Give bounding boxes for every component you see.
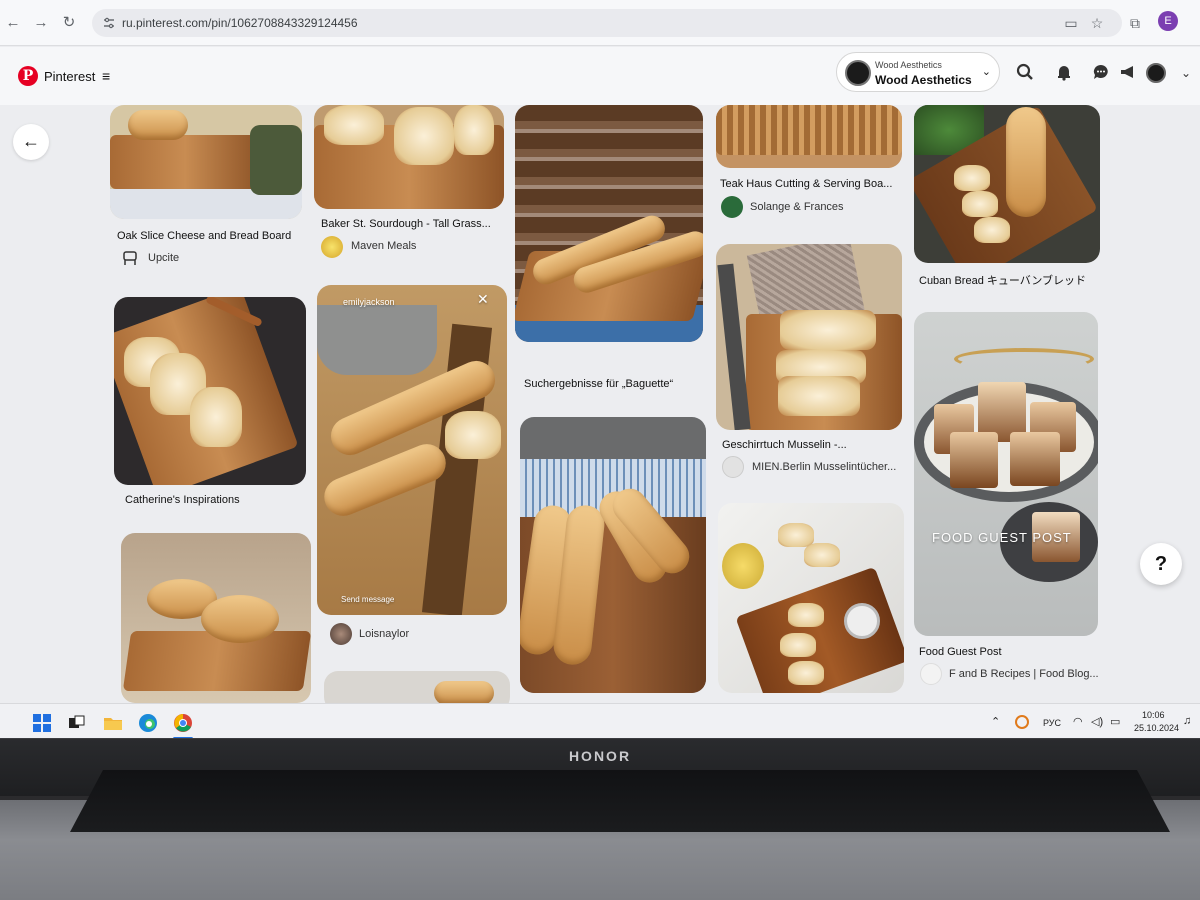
laptop-hinge (70, 770, 1170, 832)
search-icon[interactable] (1015, 63, 1035, 83)
pin-image[interactable] (914, 105, 1100, 263)
back-button[interactable]: ← (13, 124, 49, 160)
pin-image[interactable]: emilyjackson ✕ Send message (317, 285, 507, 615)
notification-bell-icon[interactable]: ♫ (1183, 715, 1191, 727)
pin-image[interactable] (716, 244, 902, 430)
help-button[interactable]: ? (1140, 543, 1182, 585)
notifications-bell-icon[interactable] (1054, 63, 1074, 83)
story-username: emilyjackson (343, 297, 395, 307)
pin-feed: Oak Slice Cheese and Bread Board Upcite … (0, 105, 1200, 703)
reload-icon[interactable]: ↻ (60, 14, 78, 32)
pin-author[interactable]: Maven Meals (351, 240, 416, 252)
task-view-icon[interactable] (66, 713, 86, 733)
author-avatar (920, 663, 942, 685)
pin-author[interactable]: Upcite (148, 252, 179, 264)
bookmark-star-icon[interactable]: ☆ (1088, 14, 1106, 32)
pin-author[interactable]: F and B Recipes | Food Blog... (949, 668, 1099, 680)
pin-author[interactable]: Solange & Frances (750, 201, 844, 213)
close-icon[interactable]: ✕ (477, 291, 490, 308)
pinterest-header: P Pinterest ≡ Wood Aesthetics Wood Aesth… (0, 47, 1200, 105)
pin-author[interactable]: Loisnaylor (359, 628, 409, 640)
pin-image[interactable] (716, 105, 902, 168)
pin-image[interactable] (110, 105, 302, 219)
chevron-down-icon: ⌄ (981, 66, 991, 78)
pin-title[interactable]: Food Guest Post (919, 646, 1002, 658)
account-name: Wood Aesthetics (875, 73, 972, 87)
forward-arrow-icon[interactable]: → (32, 14, 50, 32)
pinterest-logo-icon[interactable]: P (18, 66, 38, 86)
browser-toolbar: ← → ↻ ru.pinterest.com/pin/1062708843329… (0, 0, 1200, 46)
pin-title[interactable]: Geschirrtuch Musselin -... (722, 439, 847, 451)
chevron-down-icon[interactable]: ⌄ (1176, 63, 1196, 83)
messages-icon[interactable] (1091, 63, 1111, 83)
pin-image[interactable] (121, 533, 311, 703)
pinterest-logo-text[interactable]: Pinterest (44, 69, 95, 84)
account-name-small: Wood Aesthetics (875, 60, 942, 70)
url-text[interactable]: ru.pinterest.com/pin/1062708843329124456 (122, 16, 358, 30)
pin-image[interactable] (515, 105, 703, 342)
windows-taskbar: ⌃ РУС ◠ ◁) ▭ 10:06 25.10.2024 ♫ (0, 703, 1200, 741)
site-info-icon[interactable] (102, 16, 116, 30)
pin-title[interactable]: Baker St. Sourdough - Tall Grass... (321, 218, 491, 230)
clock-date[interactable]: 25.10.2024 (1134, 723, 1179, 733)
pin-image[interactable] (718, 503, 904, 693)
pin-title[interactable]: Oak Slice Cheese and Bread Board (117, 230, 291, 242)
back-arrow-icon[interactable]: ← (4, 14, 22, 32)
language-indicator[interactable]: РУС (1043, 718, 1061, 728)
food-guest-post-overlay: FOOD GUEST POST (932, 530, 1072, 545)
send-message-text: Send message (341, 595, 395, 604)
edge-browser-icon[interactable] (138, 713, 158, 733)
tray-overflow-chevron-icon[interactable]: ⌃ (991, 715, 1000, 728)
author-avatar (721, 196, 743, 218)
laptop-screen: ← → ↻ ru.pinterest.com/pin/1062708843329… (0, 0, 1200, 745)
extensions-icon[interactable]: ⧉ (1126, 14, 1144, 32)
author-avatar (321, 236, 343, 258)
sync-icon[interactable] (1015, 715, 1029, 729)
brand-logo: HONOR (568, 748, 632, 764)
pin-title[interactable]: Suchergebnisse für „Baguette“ (524, 378, 673, 390)
file-explorer-icon[interactable] (103, 713, 123, 733)
cast-icon[interactable]: ▭ (1062, 14, 1080, 32)
clock-time[interactable]: 10:06 (1142, 710, 1165, 720)
megaphone-icon[interactable] (1118, 63, 1138, 83)
pin-title[interactable]: Catherine's Inspirations (125, 494, 240, 506)
wifi-icon[interactable]: ◠ (1073, 715, 1083, 728)
account-avatar (845, 60, 871, 86)
chair-avatar-icon (121, 250, 139, 266)
pin-author[interactable]: MIEN.Berlin Musselintücher... (752, 461, 896, 473)
account-switcher[interactable]: Wood Aesthetics Wood Aesthetics ⌄ (836, 52, 1000, 92)
address-bar[interactable]: ru.pinterest.com/pin/1062708843329124456 (92, 9, 1122, 37)
pin-image[interactable] (314, 105, 504, 209)
windows-start-icon[interactable] (32, 713, 52, 733)
pin-image[interactable] (520, 417, 706, 693)
pin-image[interactable] (114, 297, 306, 485)
pin-title[interactable]: Cuban Bread キューバンブレッド (919, 272, 1086, 288)
user-avatar[interactable] (1146, 63, 1166, 83)
volume-icon[interactable]: ◁) (1091, 715, 1103, 728)
pin-image[interactable] (324, 671, 510, 703)
hamburger-menu-icon[interactable]: ≡ (102, 68, 110, 84)
chrome-browser-icon[interactable] (173, 713, 193, 733)
pin-title[interactable]: Teak Haus Cutting & Serving Boa... (720, 178, 892, 190)
browser-profile-avatar[interactable]: E (1158, 11, 1178, 31)
author-avatar (722, 456, 744, 478)
battery-icon[interactable]: ▭ (1110, 715, 1120, 728)
author-avatar (330, 623, 352, 645)
pin-image[interactable]: FOOD GUEST POST (914, 312, 1098, 636)
